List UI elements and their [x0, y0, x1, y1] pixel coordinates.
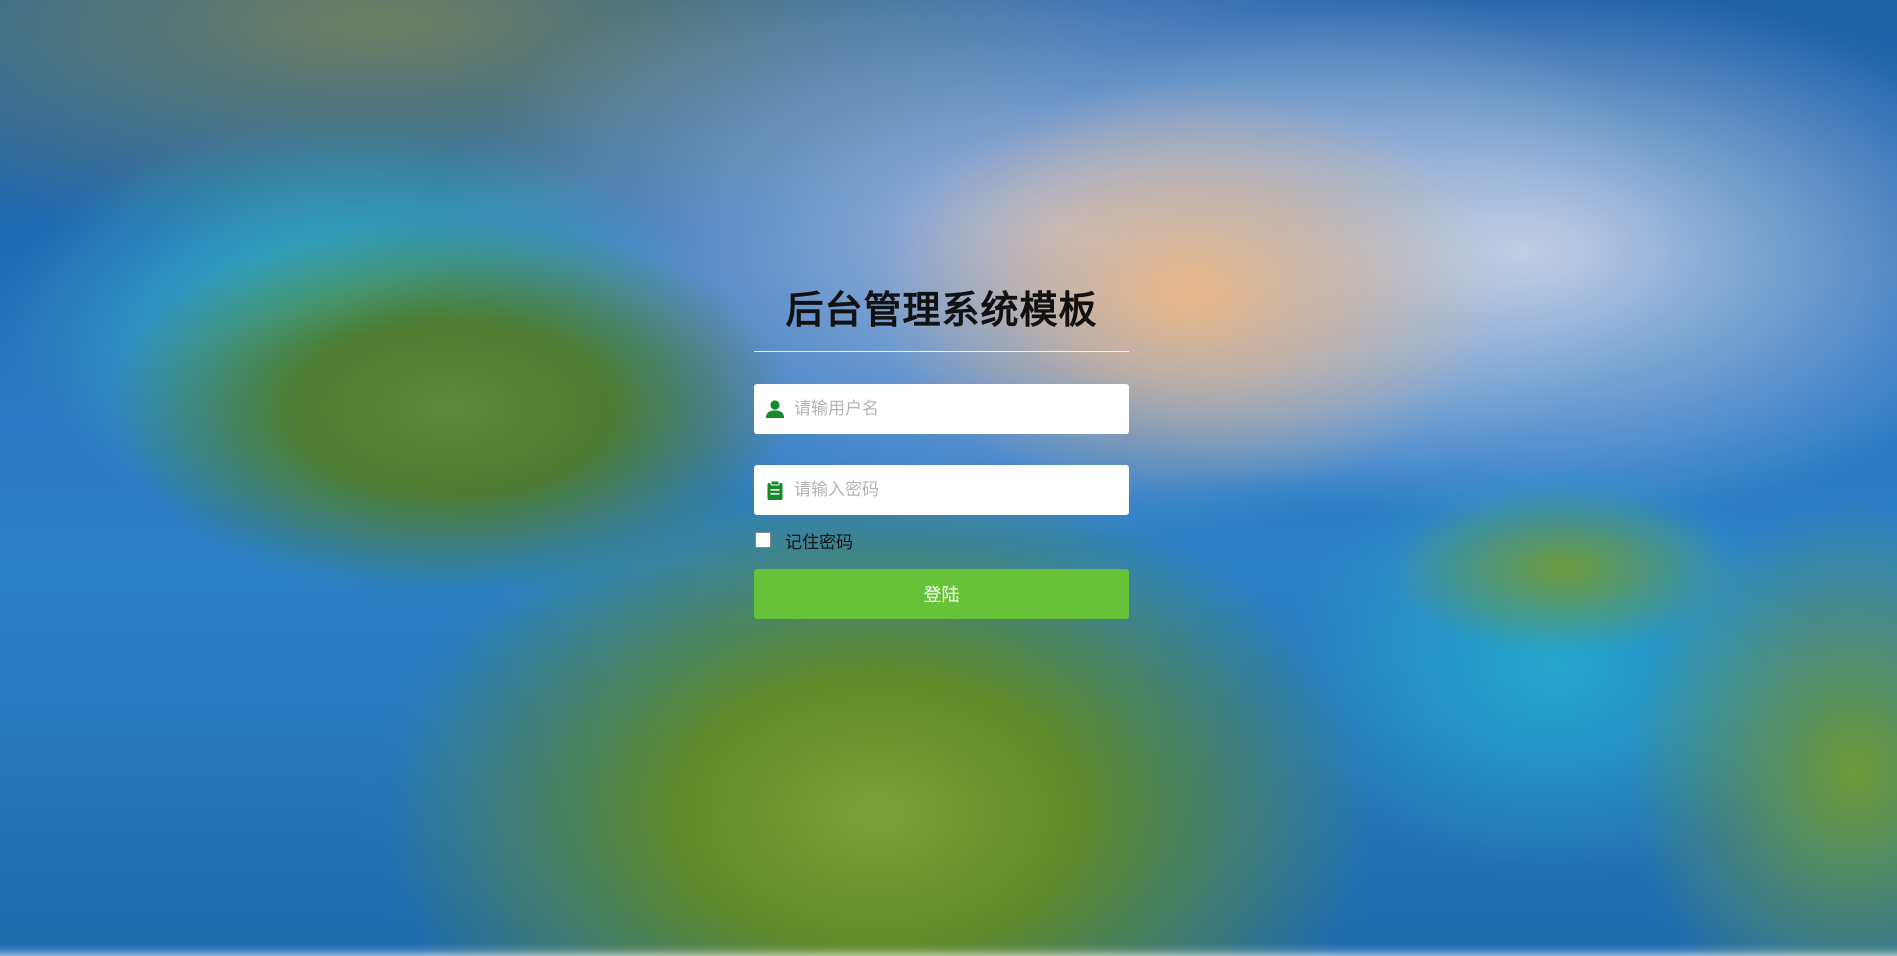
remember-label: 记住密码	[785, 532, 853, 553]
login-form: 后台管理系统模板 记住密码 登陆	[754, 280, 1129, 619]
title-divider	[754, 351, 1129, 352]
password-field[interactable]	[754, 465, 1129, 515]
password-input[interactable]	[786, 466, 1129, 514]
username-field[interactable]	[754, 384, 1129, 434]
login-button[interactable]: 登陆	[754, 569, 1129, 619]
remember-password[interactable]: 记住密码	[754, 528, 1129, 553]
user-icon	[764, 398, 786, 420]
clipboard-icon	[764, 479, 786, 501]
remember-checkbox[interactable]	[755, 532, 771, 548]
page-title: 后台管理系统模板	[785, 288, 1098, 332]
username-input[interactable]	[786, 385, 1129, 433]
